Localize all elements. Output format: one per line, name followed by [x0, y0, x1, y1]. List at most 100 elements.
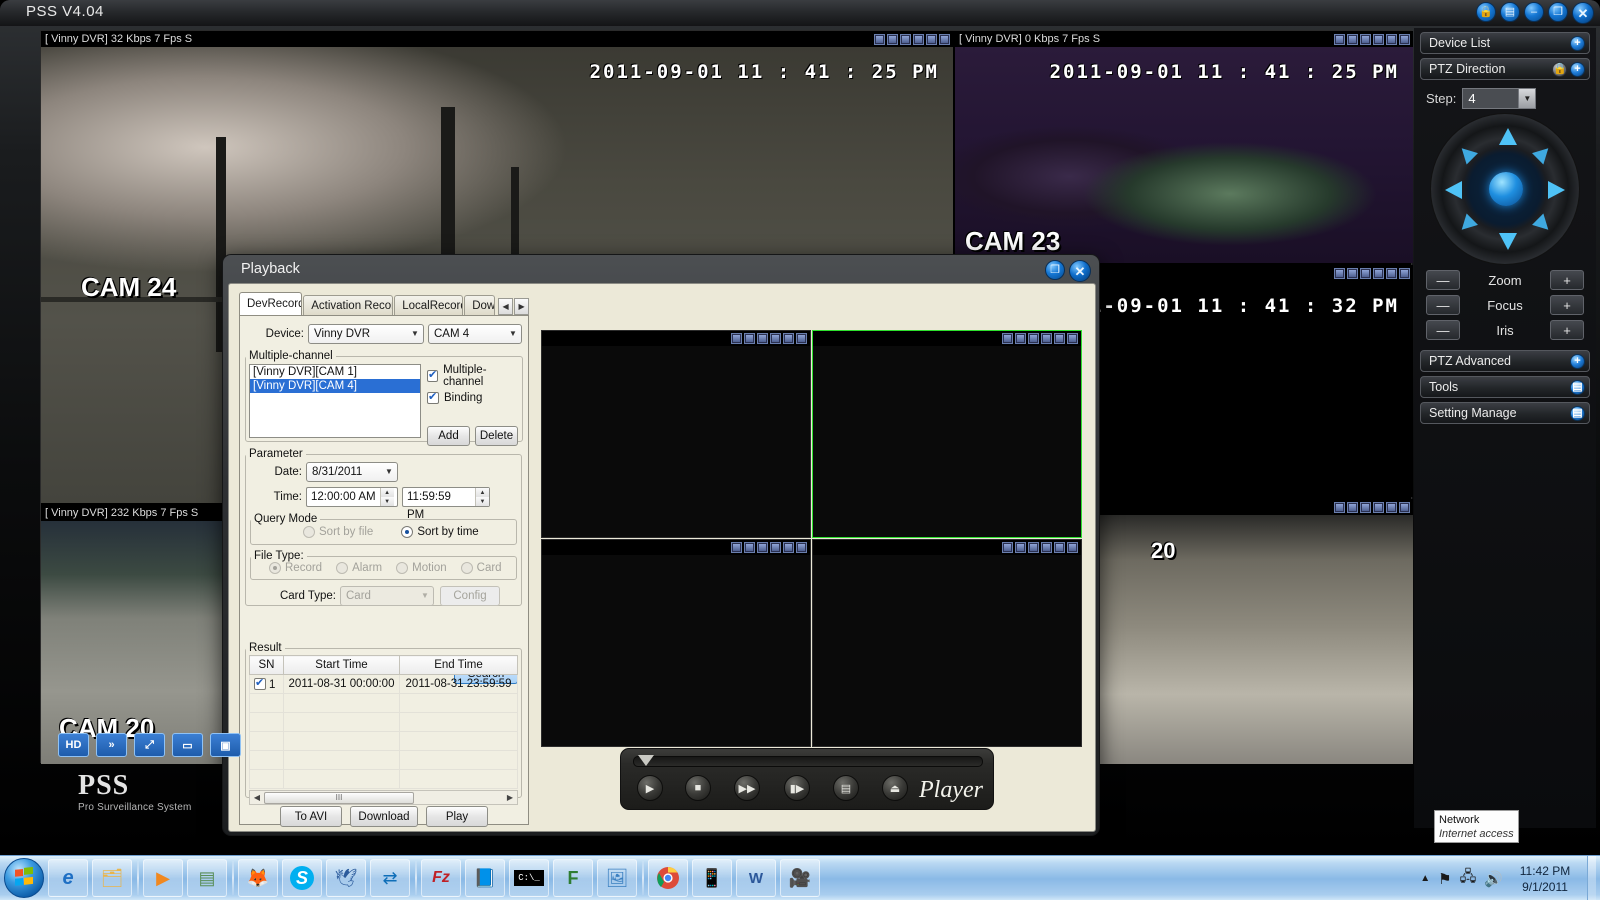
- seek-thumb[interactable]: [638, 755, 654, 766]
- fast-forward-icon[interactable]: ▶▶: [734, 775, 760, 801]
- close-cell-icon[interactable]: [796, 333, 807, 344]
- layout-icon[interactable]: [731, 333, 742, 344]
- grid-icon[interactable]: [1347, 267, 1358, 279]
- command-prompt-icon[interactable]: C:\_: [509, 859, 549, 897]
- close-cell-icon[interactable]: [1067, 542, 1078, 553]
- setting-manage-bar[interactable]: Setting Manage ▤: [1420, 402, 1590, 424]
- app-window-icon[interactable]: ▤: [187, 859, 227, 897]
- table-row[interactable]: [249, 731, 518, 751]
- channel-listbox[interactable]: [Vinny DVR][CAM 1] [Vinny DVR][CAM 4]: [249, 364, 421, 438]
- webcam-icon[interactable]: 🎥: [780, 859, 820, 897]
- start-orb-icon[interactable]: [4, 858, 44, 898]
- ptz-left-icon[interactable]: [1445, 181, 1462, 199]
- record-icon[interactable]: [1041, 542, 1052, 553]
- tab-download[interactable]: Downl: [464, 295, 496, 316]
- restore-icon[interactable]: ❐: [1045, 260, 1065, 280]
- delete-button[interactable]: Delete: [475, 426, 518, 446]
- chevron-down-icon[interactable]: ▼: [381, 463, 397, 481]
- layout-icon[interactable]: [1002, 333, 1013, 344]
- record-icon[interactable]: [770, 333, 781, 344]
- radio-icon[interactable]: [269, 562, 281, 574]
- preview-cell-2[interactable]: [812, 330, 1082, 538]
- ptz-joystick[interactable]: [1430, 113, 1580, 265]
- record-icon[interactable]: [770, 542, 781, 553]
- grid-icon[interactable]: [744, 333, 755, 344]
- spinner-up-icon[interactable]: ▲: [380, 488, 394, 497]
- radio-icon[interactable]: [401, 526, 414, 538]
- list-icon[interactable]: ▤: [1570, 405, 1585, 421]
- ptz-down-left-icon[interactable]: [1456, 213, 1478, 236]
- volume-icon[interactable]: 🔊: [1484, 870, 1503, 888]
- spinner-up-icon[interactable]: ▲: [476, 488, 489, 497]
- firefox-icon[interactable]: 🦊: [238, 859, 278, 897]
- spinner-buttons[interactable]: ▲ ▼: [379, 488, 394, 506]
- motion-radio[interactable]: Motion: [396, 562, 447, 574]
- table-row[interactable]: [249, 712, 518, 732]
- filezilla-icon[interactable]: Fz: [421, 859, 461, 897]
- tab-localrecord[interactable]: LocalRecord: [394, 295, 464, 316]
- card-radio[interactable]: Card: [460, 562, 502, 574]
- flag-action-center-icon[interactable]: ⚑: [1438, 870, 1451, 888]
- record-icon[interactable]: [1373, 33, 1384, 45]
- ptz-down-icon[interactable]: [1499, 233, 1517, 250]
- checkbox-icon[interactable]: [254, 676, 266, 690]
- show-hidden-icons[interactable]: ▲: [1420, 873, 1430, 884]
- clock[interactable]: 11:42 PM 9/1/2011: [1511, 863, 1579, 895]
- preview-cell-1[interactable]: [541, 330, 811, 538]
- record-radio[interactable]: Record: [269, 562, 322, 574]
- chevron-down-icon[interactable]: ▼: [1518, 89, 1536, 108]
- list-item[interactable]: [Vinny DVR][CAM 4]: [250, 379, 420, 393]
- grid-icon[interactable]: [887, 33, 898, 45]
- scroll-left-icon[interactable]: ◀: [250, 793, 264, 802]
- grid-view-button[interactable]: ▣: [210, 733, 241, 757]
- spinner-down-icon[interactable]: ▼: [476, 497, 489, 506]
- channel-select[interactable]: CAM 4 ▼: [428, 324, 522, 344]
- minimize-icon[interactable]: –: [1524, 2, 1544, 22]
- download-button[interactable]: Download: [350, 806, 418, 827]
- ptz-direction-bar[interactable]: PTZ Direction 🔒 +: [1420, 58, 1590, 80]
- chevron-down-icon[interactable]: ▼: [417, 587, 433, 605]
- chevron-down-icon[interactable]: ▼: [505, 325, 521, 343]
- fastforward-button[interactable]: »: [96, 733, 127, 757]
- list-item[interactable]: [Vinny DVR][CAM 1]: [250, 365, 420, 379]
- snapshot-icon[interactable]: [1360, 267, 1371, 279]
- close-cell-icon[interactable]: [939, 33, 950, 45]
- snapshot-icon[interactable]: [757, 542, 768, 553]
- ptz-down-right-icon[interactable]: [1532, 213, 1554, 236]
- row-sn-cell[interactable]: 1: [249, 674, 284, 694]
- expand-icon[interactable]: +: [1570, 61, 1585, 77]
- close-cell-icon[interactable]: [1399, 267, 1410, 279]
- play-button[interactable]: Play: [426, 806, 488, 827]
- ptz-up-left-icon[interactable]: [1456, 142, 1478, 165]
- spinner-buttons[interactable]: ▲ ▼: [475, 488, 489, 506]
- card-type-select[interactable]: Card ▼: [340, 586, 434, 606]
- checkbox-icon[interactable]: [427, 390, 439, 404]
- audio-icon[interactable]: [1386, 501, 1397, 513]
- date-select[interactable]: 8/31/2011 ▼: [306, 462, 398, 482]
- snapshot-icon[interactable]: [900, 33, 911, 45]
- eject-icon[interactable]: ⏏: [882, 775, 908, 801]
- config-button[interactable]: Config: [440, 586, 500, 606]
- close-cell-icon[interactable]: [1399, 501, 1410, 513]
- snapshot-icon[interactable]: [1360, 33, 1371, 45]
- radio-icon[interactable]: [460, 562, 473, 574]
- preview-cell-4[interactable]: [812, 539, 1082, 747]
- ptz-advanced-bar[interactable]: PTZ Advanced +: [1420, 350, 1590, 372]
- spinner-down-icon[interactable]: ▼: [380, 497, 394, 506]
- stop-icon[interactable]: ■: [685, 775, 711, 801]
- zoom-minus-button[interactable]: —: [1426, 270, 1460, 290]
- result-table[interactable]: SN Start Time End Time 1: [249, 655, 518, 789]
- list-icon[interactable]: ▤: [833, 775, 859, 801]
- alarm-radio[interactable]: Alarm: [336, 562, 382, 574]
- close-icon[interactable]: ✕: [1572, 2, 1594, 24]
- binding-checkbox[interactable]: Binding: [427, 390, 519, 404]
- ptz-up-right-icon[interactable]: [1532, 142, 1554, 165]
- audio-icon[interactable]: [1386, 33, 1397, 45]
- list-icon[interactable]: ▤: [1570, 379, 1585, 395]
- snapshot-icon[interactable]: [1028, 333, 1039, 344]
- table-row[interactable]: [249, 769, 518, 789]
- grid-icon[interactable]: [1347, 33, 1358, 45]
- mobile-mail-icon[interactable]: 📱: [692, 859, 732, 897]
- tab-devrecord[interactable]: DevRecord: [239, 292, 303, 316]
- close-cell-icon[interactable]: [1067, 333, 1078, 344]
